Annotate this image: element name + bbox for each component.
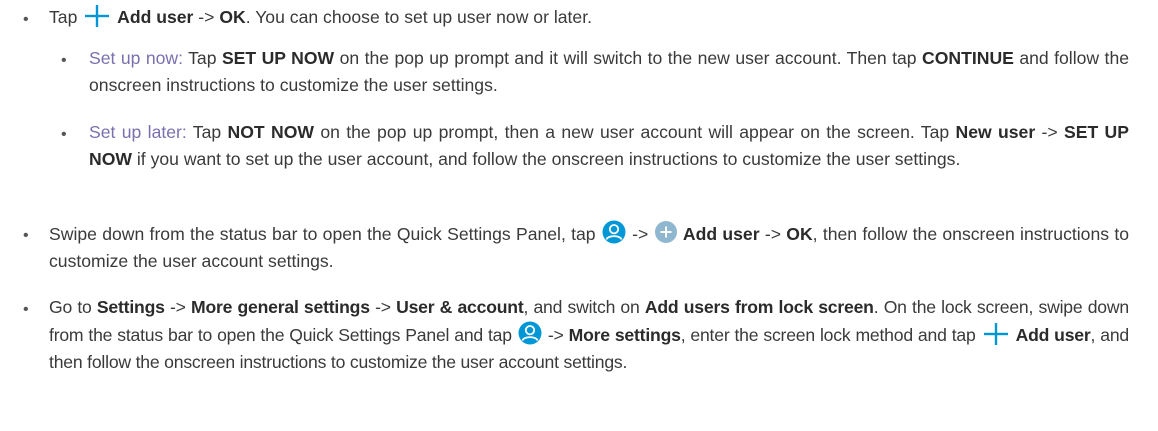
list-item-set-up-now: Set up now: Tap SET UP NOW on the pop up…	[89, 48, 1130, 95]
user-circle-icon	[602, 220, 626, 244]
list-item-quick-settings: Swipe down from the status bar to open t…	[49, 220, 1129, 275]
plus-icon	[983, 323, 1008, 345]
manual-page: • Tap Add user -> OK. You can choose to …	[0, 0, 1158, 431]
sub-bullet: •	[61, 126, 67, 143]
sub-bullet: •	[61, 52, 67, 69]
list-item-add-user: Tap Add user -> OK. You can choose to se…	[49, 5, 592, 27]
plus-icon	[85, 5, 110, 27]
bullet: •	[23, 227, 29, 244]
bullet: •	[23, 301, 29, 318]
sub-label: Set up now:	[89, 48, 184, 68]
bullet: •	[23, 11, 29, 28]
sub-label: Set up later:	[89, 122, 187, 142]
plus-circle-icon	[654, 221, 677, 243]
list-item-set-up-later: Set up later: Tap NOT NOW on the pop up …	[89, 122, 1129, 169]
user-circle-icon	[518, 321, 542, 345]
list-item-lock-screen: Go to Settings -> More general settings …	[49, 297, 1129, 372]
